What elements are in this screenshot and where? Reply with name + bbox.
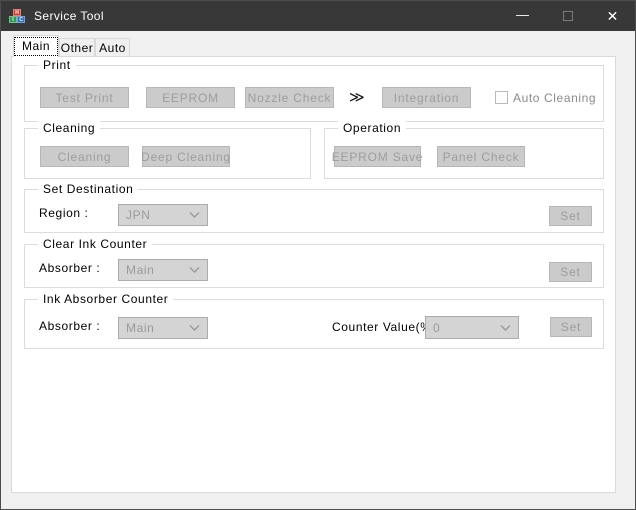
absorber-label: Absorber : [39, 261, 100, 275]
eeprom-button[interactable]: EEPROM [146, 87, 235, 108]
group-set-destination: Set Destination Region : JPN Set [24, 189, 604, 233]
group-ink-absorber-counter: Ink Absorber Counter Absorber : Main Cou… [24, 299, 604, 349]
minimize-button[interactable]: — [500, 1, 545, 31]
set-destination-set-button[interactable]: Set [549, 206, 592, 226]
group-operation: Operation EEPROM Save Panel Check [324, 128, 604, 179]
deep-cleaning-button[interactable]: Deep Cleaning [142, 146, 230, 167]
group-set-destination-label: Set Destination [38, 182, 138, 196]
cleaning-button[interactable]: Cleaning [40, 146, 129, 167]
region-label: Region : [39, 206, 89, 220]
tab-main-label: Main [14, 37, 58, 56]
icon-block-i: I [9, 16, 17, 23]
test-print-button[interactable]: Test Print [40, 87, 129, 108]
absorber-select[interactable]: Main [118, 259, 208, 281]
chevron-down-icon [189, 212, 200, 219]
chevron-down-icon [500, 324, 511, 331]
close-button[interactable]: ✕ [590, 1, 635, 31]
maximize-icon [563, 11, 573, 21]
group-clear-ink-counter: Clear Ink Counter Absorber : Main Set [24, 244, 604, 288]
chevron-down-icon [189, 267, 200, 274]
absorber-value: Main [126, 263, 154, 277]
region-value: JPN [126, 208, 150, 222]
tab-auto[interactable]: Auto [95, 38, 130, 57]
nozzle-check-button[interactable]: Nozzle Check [245, 87, 334, 108]
region-select[interactable]: JPN [118, 204, 208, 226]
tab-main[interactable]: Main [13, 35, 59, 57]
integration-button[interactable]: Integration [382, 87, 471, 108]
group-print-label: Print [38, 58, 76, 72]
panel-check-button[interactable]: Panel Check [437, 146, 525, 167]
tab-auto-label: Auto [99, 41, 126, 55]
eeprom-save-button[interactable]: EEPROM Save [334, 146, 421, 167]
icon-block-h: H [13, 9, 21, 16]
window-title: Service Tool [34, 9, 104, 23]
group-cleaning: Cleaning Cleaning Deep Cleaning [24, 128, 311, 179]
maximize-button[interactable] [545, 1, 590, 31]
tab-other-label: Other [61, 41, 94, 55]
group-print: Print Test Print EEPROM Nozzle Check ≫ I… [24, 65, 604, 122]
titlebar[interactable]: H I C Service Tool — ✕ [1, 1, 635, 31]
group-cleaning-label: Cleaning [38, 121, 100, 135]
tab-other[interactable]: Other [59, 38, 95, 57]
auto-cleaning-checkbox[interactable] [495, 91, 508, 104]
group-operation-label: Operation [338, 121, 406, 135]
minimize-icon: — [516, 8, 529, 21]
app-icon: H I C [9, 8, 26, 24]
double-arrow-icon: ≫ [349, 88, 363, 106]
chevron-down-icon [189, 325, 200, 332]
close-icon: ✕ [607, 9, 619, 23]
counter-value-select[interactable]: 0 [425, 316, 519, 339]
service-tool-window: H I C Service Tool — ✕ Main Other Auto P… [0, 0, 636, 510]
ink-absorber-value: Main [126, 321, 154, 335]
ink-absorber-select[interactable]: Main [118, 317, 208, 339]
group-ink-absorber-counter-label: Ink Absorber Counter [38, 292, 173, 306]
auto-cleaning-label: Auto Cleaning [513, 91, 596, 105]
clear-ink-set-button[interactable]: Set [549, 262, 592, 282]
icon-block-c: C [17, 16, 25, 23]
ink-absorber-set-button[interactable]: Set [550, 317, 592, 337]
counter-value: 0 [433, 321, 440, 335]
ink-absorber-label: Absorber : [39, 319, 100, 333]
group-clear-ink-counter-label: Clear Ink Counter [38, 237, 152, 251]
